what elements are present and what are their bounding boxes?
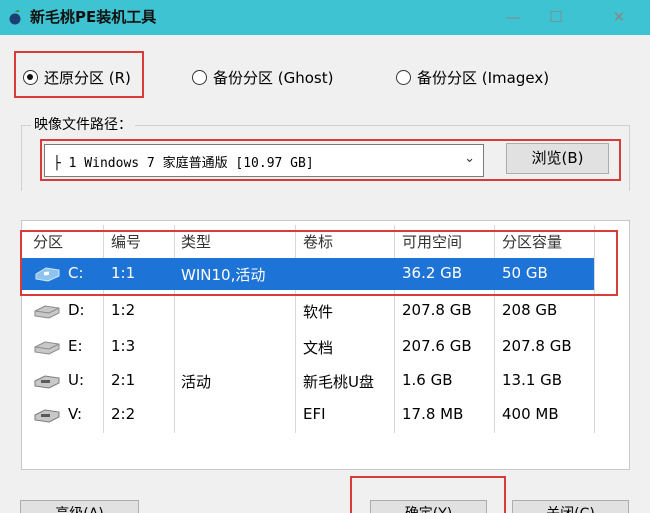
cell-drive: U: [68, 371, 85, 389]
hard-drive-icon [34, 305, 60, 319]
cell-drive: E: [68, 337, 83, 355]
radio-backup-imagex-label: 备份分区 (Imagex) [417, 68, 550, 87]
cell-free: 17.8 MB [402, 405, 464, 423]
partition-table[interactable]: 分区 编号 类型 卷标 可用空间 分区容量 C: 1:1 WIN10,活动 36… [21, 220, 630, 470]
close-window-button[interactable]: ✕ [596, 0, 642, 35]
cell-number: 1:2 [111, 301, 136, 319]
radio-backup-imagex[interactable]: 备份分区 (Imagex) [396, 66, 549, 88]
maximize-button[interactable]: ☐ [533, 0, 579, 35]
column-divider [594, 225, 595, 433]
cell-capacity: 208 GB [502, 301, 558, 319]
radio-backup-ghost-label: 备份分区 (Ghost) [213, 68, 334, 87]
radio-unchecked-icon [192, 69, 207, 85]
radio-restore-label: 还原分区 (R) [44, 68, 131, 87]
hard-drive-icon [34, 341, 60, 355]
close-button[interactable]: 关闭(C) [512, 500, 629, 513]
cell-drive: D: [68, 301, 85, 319]
radio-restore[interactable]: 还原分区 (R) [23, 66, 131, 88]
column-header[interactable]: 卷标 [303, 231, 333, 252]
table-header: 分区 编号 类型 卷标 可用空间 分区容量 [22, 221, 629, 257]
cell-free: 36.2 GB [402, 264, 463, 282]
table-row[interactable]: U: 2:1 活动 新毛桃U盘 1.6 GB 13.1 GB [22, 365, 594, 397]
column-header[interactable]: 可用空间 [402, 231, 462, 252]
cell-label: 新毛桃U盘 [303, 373, 374, 391]
image-select-combo[interactable]: ├ 1 Windows 7 家庭普通版 [10.97 GB] ⌄ [44, 144, 484, 177]
cell-number: 2:2 [111, 405, 136, 423]
column-header[interactable]: 编号 [111, 231, 141, 252]
table-row[interactable]: C: 1:1 WIN10,活动 36.2 GB 50 GB [22, 258, 594, 290]
usb-drive-icon [34, 409, 60, 423]
cell-free: 207.8 GB [402, 301, 472, 319]
image-select-value: ├ 1 Windows 7 家庭普通版 [10.97 GB] [53, 156, 314, 171]
cell-type: 活动 [181, 373, 212, 391]
cell-capacity: 207.8 GB [502, 337, 572, 355]
peach-logo-icon [9, 10, 21, 25]
usb-drive-icon [34, 375, 60, 389]
table-row[interactable]: E: 1:3 文档 207.6 GB 207.8 GB [22, 331, 594, 363]
cell-type: WIN10,活动 [181, 266, 266, 284]
cell-drive: C: [68, 264, 84, 282]
advanced-button[interactable]: 高级(A) [20, 500, 139, 513]
chevron-down-icon[interactable]: ⌄ [464, 151, 475, 166]
radio-unchecked-icon [396, 69, 411, 85]
column-header[interactable]: 分区 [33, 231, 63, 252]
radio-checked-icon [23, 69, 38, 85]
cell-capacity: 400 MB [502, 405, 559, 423]
cell-drive: V: [68, 405, 83, 423]
column-header[interactable]: 类型 [181, 231, 211, 252]
cell-label: 软件 [303, 303, 334, 321]
cell-label: EFI [303, 405, 326, 423]
minimize-button[interactable]: — [490, 0, 536, 35]
cell-capacity: 13.1 GB [502, 371, 563, 389]
browse-button[interactable]: 浏览(B) [506, 143, 609, 174]
radio-backup-ghost[interactable]: 备份分区 (Ghost) [192, 66, 333, 88]
title-bar: 新毛桃PE装机工具 — ☐ ✕ [0, 0, 650, 35]
cell-free: 207.6 GB [402, 337, 472, 355]
window-title: 新毛桃PE装机工具 [30, 8, 157, 26]
cell-number: 1:1 [111, 264, 136, 282]
column-header[interactable]: 分区容量 [502, 231, 562, 252]
confirm-button[interactable]: 确定(Y) [370, 500, 487, 513]
windows-drive-icon [35, 267, 60, 282]
cell-capacity: 50 GB [502, 264, 548, 282]
table-row[interactable]: V: 2:2 EFI 17.8 MB 400 MB [22, 399, 594, 431]
cell-free: 1.6 GB [402, 371, 453, 389]
cell-number: 1:3 [111, 337, 136, 355]
cell-label: 文档 [303, 339, 334, 357]
image-path-label: 映像文件路径： [31, 114, 135, 134]
table-row[interactable]: D: 1:2 软件 207.8 GB 208 GB [22, 295, 594, 327]
cell-number: 2:1 [111, 371, 136, 389]
